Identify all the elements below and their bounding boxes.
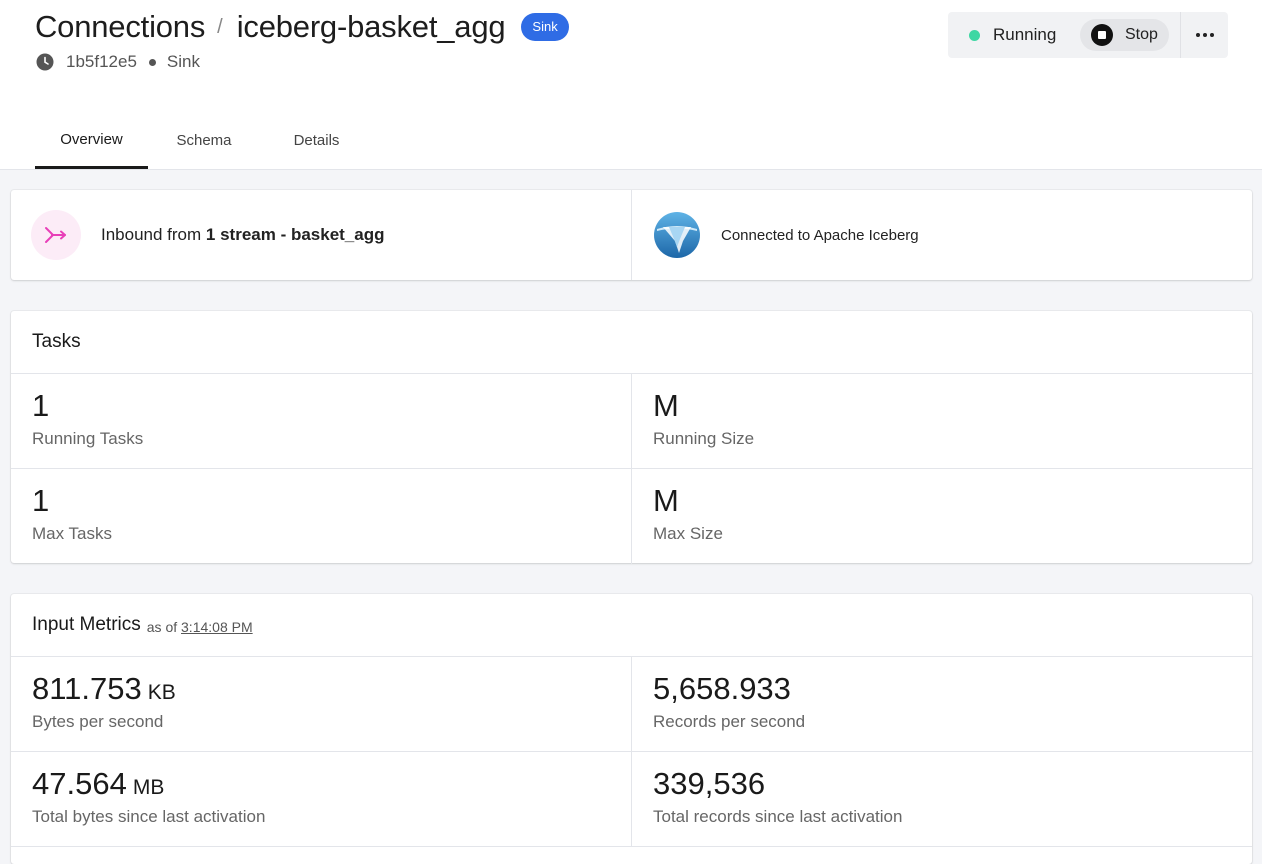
stat-value-row: 5,658.933 bbox=[653, 671, 1252, 707]
inbound-stream-panel: Inbound from 1 stream - basket_agg bbox=[11, 190, 631, 280]
stat-value: 5,658.933 bbox=[653, 671, 791, 706]
connection-meta: 1b5f12e5 Sink bbox=[36, 50, 200, 74]
stat-total-records: 339,536 Total records since last activat… bbox=[631, 752, 1252, 847]
stat-unit: KB bbox=[147, 681, 176, 704]
stat-value: 339,536 bbox=[653, 766, 766, 801]
as-of-prefix: as of bbox=[146, 618, 178, 635]
breadcrumb-connections-link[interactable]: Connections bbox=[35, 9, 205, 45]
input-metrics-card: Input Metrics as of 3:14:08 PM 811.753 KB… bbox=[11, 594, 1252, 864]
apache-iceberg-icon bbox=[654, 212, 700, 258]
stat-value: 811.753 bbox=[32, 671, 142, 706]
stat-label: Max Tasks bbox=[32, 524, 112, 543]
breadcrumb: Connections / iceberg-basket_agg Sink bbox=[35, 6, 569, 48]
stat-value: 47.564 bbox=[32, 766, 127, 801]
inbound-stream-link[interactable]: 1 stream - basket_agg bbox=[206, 225, 385, 244]
ellipsis-icon bbox=[1195, 33, 1214, 37]
stat-records-per-second: 5,658.933 Records per second bbox=[631, 657, 1252, 752]
target-system-text: Connected to Apache Iceberg bbox=[721, 226, 919, 244]
metrics-time-link[interactable]: 3:14:08 PM bbox=[181, 619, 253, 635]
stat-running-tasks: 1 Running Tasks bbox=[11, 374, 631, 469]
stat-label: Bytes per second bbox=[32, 712, 164, 731]
stat-value-row: 47.564 MB bbox=[32, 766, 631, 802]
stat-running-size: M Running Size bbox=[631, 374, 1252, 469]
stat-label: Max Size bbox=[653, 524, 723, 543]
stat-bytes-per-second: 811.753 KB Bytes per second bbox=[11, 657, 631, 752]
tab-overview[interactable]: Overview bbox=[35, 112, 148, 169]
more-options-button[interactable] bbox=[1180, 12, 1228, 58]
status-indicator: Running bbox=[948, 12, 1080, 58]
stat-label: Running Size bbox=[653, 429, 755, 448]
stat-label: Total bytes since last activation bbox=[32, 807, 266, 826]
stat-unit: MB bbox=[132, 776, 165, 799]
stat-value: M bbox=[653, 388, 679, 423]
status-controls: Running Stop bbox=[948, 12, 1228, 58]
stat-label: Running Tasks bbox=[32, 429, 144, 448]
input-metrics-header: Input Metrics as of 3:14:08 PM bbox=[11, 594, 1252, 657]
running-status-dot bbox=[969, 29, 980, 41]
stat-label: Total records since last activation bbox=[653, 807, 903, 826]
stat-value: M bbox=[653, 483, 679, 518]
tab-schema[interactable]: Schema bbox=[148, 112, 260, 169]
page-header: Connections / iceberg-basket_agg Sink 1b… bbox=[0, 0, 1262, 170]
stat-value-row: 811.753 KB bbox=[32, 671, 631, 707]
stat-total-bytes: 47.564 MB Total bytes since last activati… bbox=[11, 752, 631, 847]
inbound-prefix: Inbound from bbox=[101, 225, 206, 244]
inbound-stream-text: Inbound from 1 stream - basket_agg bbox=[101, 225, 385, 245]
stop-button[interactable]: Stop bbox=[1080, 19, 1169, 51]
connection-summary-card: Inbound from 1 stream - basket_agg Conne… bbox=[11, 190, 1252, 280]
stat-max-tasks: 1 Max Tasks bbox=[11, 469, 631, 564]
tasks-card-title: Tasks bbox=[11, 311, 1252, 374]
metrics-timestamp: as of 3:14:08 PM bbox=[147, 619, 253, 635]
meta-separator-dot bbox=[148, 58, 156, 66]
stat-label: Records per second bbox=[653, 712, 806, 731]
clock-icon bbox=[36, 53, 54, 71]
status-label: Running bbox=[993, 25, 1057, 44]
tab-details[interactable]: Details bbox=[260, 112, 373, 169]
target-system-panel: Connected to Apache Iceberg bbox=[631, 190, 1252, 280]
tasks-card: Tasks 1 Running Tasks M Running Size 1 M… bbox=[11, 311, 1252, 564]
input-metrics-title: Input Metrics bbox=[32, 614, 141, 635]
stop-button-label: Stop bbox=[1125, 26, 1158, 43]
stat-value: 1 bbox=[32, 483, 50, 518]
breadcrumb-separator: / bbox=[217, 15, 223, 38]
tab-bar: Overview Schema Details bbox=[35, 112, 373, 170]
tasks-grid: 1 Running Tasks M Running Size 1 Max Tas… bbox=[11, 374, 1252, 564]
merge-arrow-icon bbox=[31, 210, 81, 260]
metrics-grid: 811.753 KB Bytes per second 5,658.933 Rec… bbox=[11, 657, 1252, 847]
stat-value-row: 339,536 bbox=[653, 766, 1252, 802]
page-title: iceberg-basket_agg bbox=[236, 9, 506, 44]
connection-type: Sink bbox=[166, 52, 200, 71]
stop-icon bbox=[1091, 24, 1113, 46]
stat-max-size: M Max Size bbox=[631, 469, 1252, 564]
sink-badge: Sink bbox=[521, 13, 569, 41]
stat-value: 1 bbox=[32, 388, 50, 423]
connection-id: 1b5f12e5 bbox=[66, 52, 137, 71]
